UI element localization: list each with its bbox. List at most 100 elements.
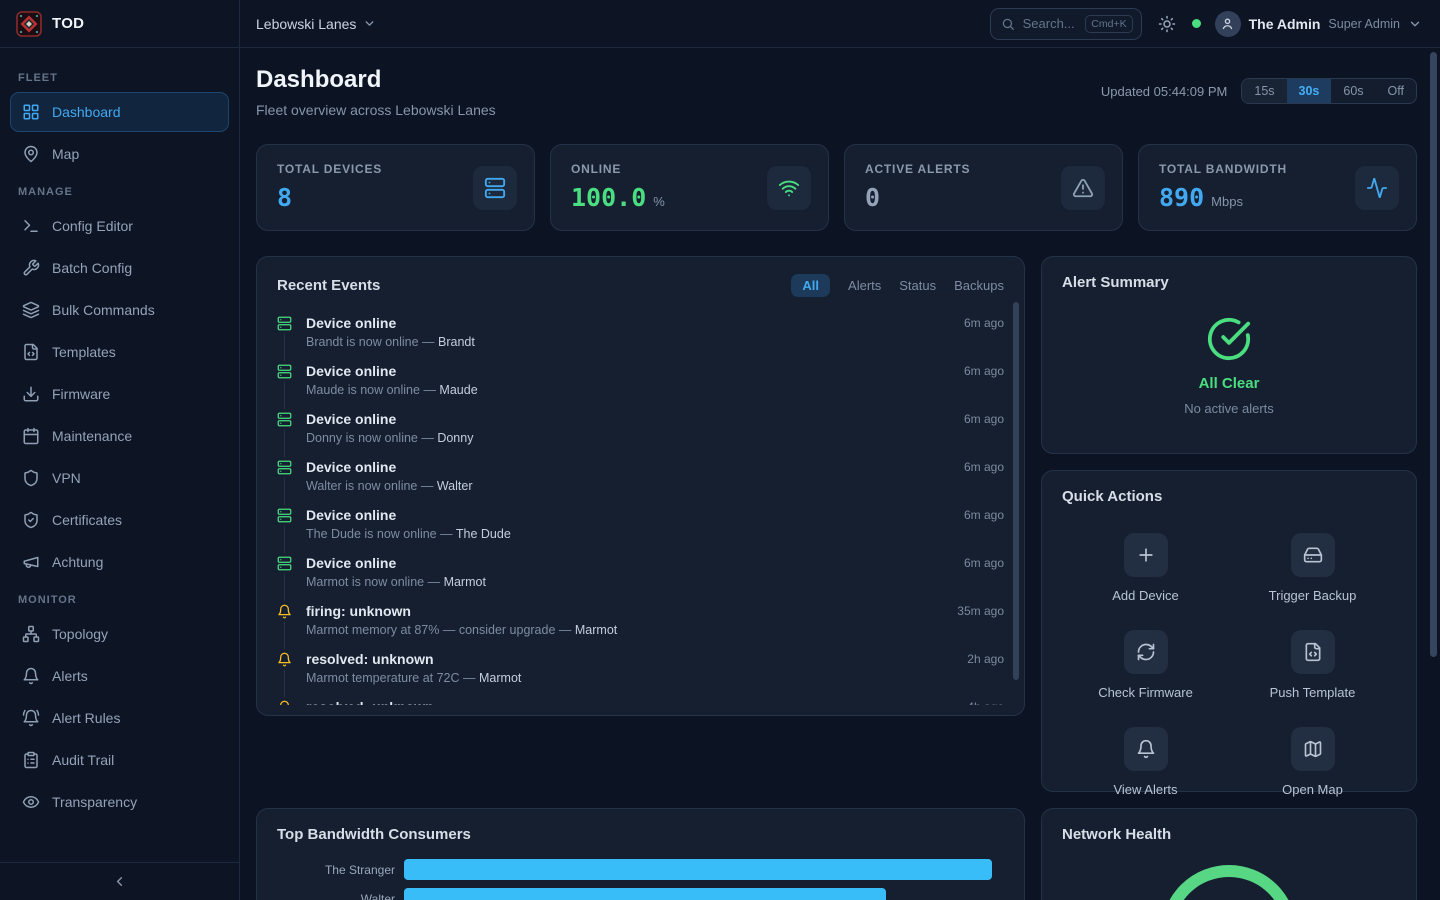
sun-icon: [1158, 15, 1176, 33]
sidebar-item-bulk-commands[interactable]: Bulk Commands: [10, 290, 229, 330]
stat-value: 8: [277, 183, 292, 212]
event-subtitle: Maude is now online — Maude: [306, 383, 950, 397]
chevron-down-icon: [363, 17, 376, 30]
server-icon: [277, 457, 292, 478]
event-row: resolved: unknownMarmot temperature at 7…: [277, 649, 1004, 697]
events-filter-backups[interactable]: Backups: [954, 278, 1004, 293]
calendar-icon: [22, 427, 40, 445]
event-title: Device online: [306, 507, 950, 523]
sidebar-item-transparency[interactable]: Transparency: [10, 782, 229, 822]
refresh-icon: [1124, 630, 1168, 674]
bell-icon: [277, 649, 292, 670]
sidebar-item-map[interactable]: Map: [10, 134, 229, 174]
sidebar-item-label: Transparency: [52, 794, 137, 810]
sidebar-item-label: Dashboard: [52, 104, 121, 120]
sidebar-item-label: Bulk Commands: [52, 302, 155, 318]
network-icon: [22, 625, 40, 643]
event-row: Device onlineMarmot is now online — Marm…: [277, 553, 1004, 601]
sidebar-collapse-button[interactable]: [0, 862, 239, 900]
refresh-interval-control: 15s30s60sOff: [1241, 78, 1417, 104]
alert-summary-title: Alert Summary: [1062, 274, 1169, 291]
network-health-title: Network Health: [1062, 826, 1171, 843]
file-code-icon: [22, 343, 40, 361]
sidebar-item-label: Maintenance: [52, 428, 132, 444]
add-device-button[interactable]: Add Device: [1062, 533, 1229, 603]
chevron-left-icon: [112, 874, 127, 889]
events-scrollbar[interactable]: [1013, 302, 1019, 680]
layers-icon: [22, 301, 40, 319]
updated-timestamp: Updated 05:44:09 PM: [1101, 84, 1227, 99]
sidebar-item-dashboard[interactable]: Dashboard: [10, 92, 229, 132]
sidebar: FLEETDashboardMapMANAGEConfig EditorBatc…: [0, 48, 240, 900]
brand-name: TOD: [52, 15, 84, 32]
sidebar-item-audit-trail[interactable]: Audit Trail: [10, 740, 229, 780]
sidebar-item-topology[interactable]: Topology: [10, 614, 229, 654]
sidebar-item-alerts[interactable]: Alerts: [10, 656, 229, 696]
check-firmware-button[interactable]: Check Firmware: [1062, 630, 1229, 700]
sidebar-item-certificates[interactable]: Certificates: [10, 500, 229, 540]
sidebar-item-label: Batch Config: [52, 260, 132, 276]
sidebar-item-config-editor[interactable]: Config Editor: [10, 206, 229, 246]
sidebar-item-label: Achtung: [52, 554, 103, 570]
sidebar-item-batch-config[interactable]: Batch Config: [10, 248, 229, 288]
brand: TOD: [0, 0, 240, 47]
search-input[interactable]: Search... Cmd+K: [990, 8, 1142, 40]
clipboard-list-icon: [22, 751, 40, 769]
open-map-button[interactable]: Open Map: [1229, 727, 1396, 797]
sidebar-item-achtung[interactable]: Achtung: [10, 542, 229, 582]
refresh-option-off[interactable]: Off: [1376, 79, 1416, 103]
event-time: 6m ago: [964, 364, 1004, 378]
event-title: resolved: unknown: [306, 651, 953, 667]
bandwidth-device-label: Walter: [277, 892, 395, 900]
page-scrollbar[interactable]: [1430, 52, 1437, 657]
events-filter-all[interactable]: All: [791, 274, 830, 297]
events-filter-alerts[interactable]: Alerts: [848, 278, 881, 293]
user-name: The Admin: [1249, 16, 1321, 32]
events-filter-status[interactable]: Status: [899, 278, 936, 293]
server-icon: [277, 553, 292, 574]
event-time: 6m ago: [964, 556, 1004, 570]
refresh-option-60s[interactable]: 60s: [1331, 79, 1375, 103]
org-switcher[interactable]: Lebowski Lanes: [256, 16, 376, 32]
search-shortcut-badge: Cmd+K: [1085, 15, 1132, 33]
recent-events-panel: Recent Events AllAlertsStatusBackups Dev…: [256, 256, 1025, 716]
map-icon: [1291, 727, 1335, 771]
refresh-option-15s[interactable]: 15s: [1242, 79, 1286, 103]
trigger-backup-button[interactable]: Trigger Backup: [1229, 533, 1396, 603]
quick-actions-title: Quick Actions: [1062, 488, 1162, 505]
theme-toggle-button[interactable]: [1156, 13, 1178, 35]
push-template-button[interactable]: Push Template: [1229, 630, 1396, 700]
sidebar-item-templates[interactable]: Templates: [10, 332, 229, 372]
sidebar-item-alert-rules[interactable]: Alert Rules: [10, 698, 229, 738]
sidebar-item-label: Alerts: [52, 668, 88, 684]
view-alerts-button[interactable]: View Alerts: [1062, 727, 1229, 797]
event-time: 6m ago: [964, 316, 1004, 330]
event-subtitle: Walter is now online — Walter: [306, 479, 950, 493]
event-title: Device online: [306, 315, 950, 331]
download-icon: [22, 385, 40, 403]
event-row: Device onlineThe Dude is now online — Th…: [277, 505, 1004, 553]
sidebar-item-label: Firmware: [52, 386, 110, 402]
hard-drive-icon: [1291, 533, 1335, 577]
user-icon: [1220, 16, 1235, 31]
event-row: Device onlineDonny is now online — Donny…: [277, 409, 1004, 457]
user-menu[interactable]: The Admin Super Admin: [1215, 11, 1422, 37]
org-name: Lebowski Lanes: [256, 16, 356, 32]
quick-action-label: View Alerts: [1113, 782, 1177, 797]
warning-triangle-icon: [1061, 166, 1105, 210]
stat-card-active-alerts: ACTIVE ALERTS 0: [844, 144, 1123, 231]
activity-icon: [1355, 166, 1399, 210]
sidebar-item-maintenance[interactable]: Maintenance: [10, 416, 229, 456]
sidebar-item-vpn[interactable]: VPN: [10, 458, 229, 498]
server-icon: [277, 505, 292, 526]
event-subtitle: Marmot memory at 87% — consider upgrade …: [306, 623, 943, 637]
event-row: Device onlineBrandt is now online — Bran…: [277, 313, 1004, 361]
shield-icon: [22, 469, 40, 487]
shield-check-icon: [22, 511, 40, 529]
alert-summary-panel: Alert Summary All Clear No active alerts: [1041, 256, 1417, 454]
sidebar-item-firmware[interactable]: Firmware: [10, 374, 229, 414]
refresh-option-30s[interactable]: 30s: [1287, 79, 1332, 103]
event-time: 2h ago: [967, 652, 1004, 666]
plus-icon: [1124, 533, 1168, 577]
bell-icon: [277, 601, 292, 622]
